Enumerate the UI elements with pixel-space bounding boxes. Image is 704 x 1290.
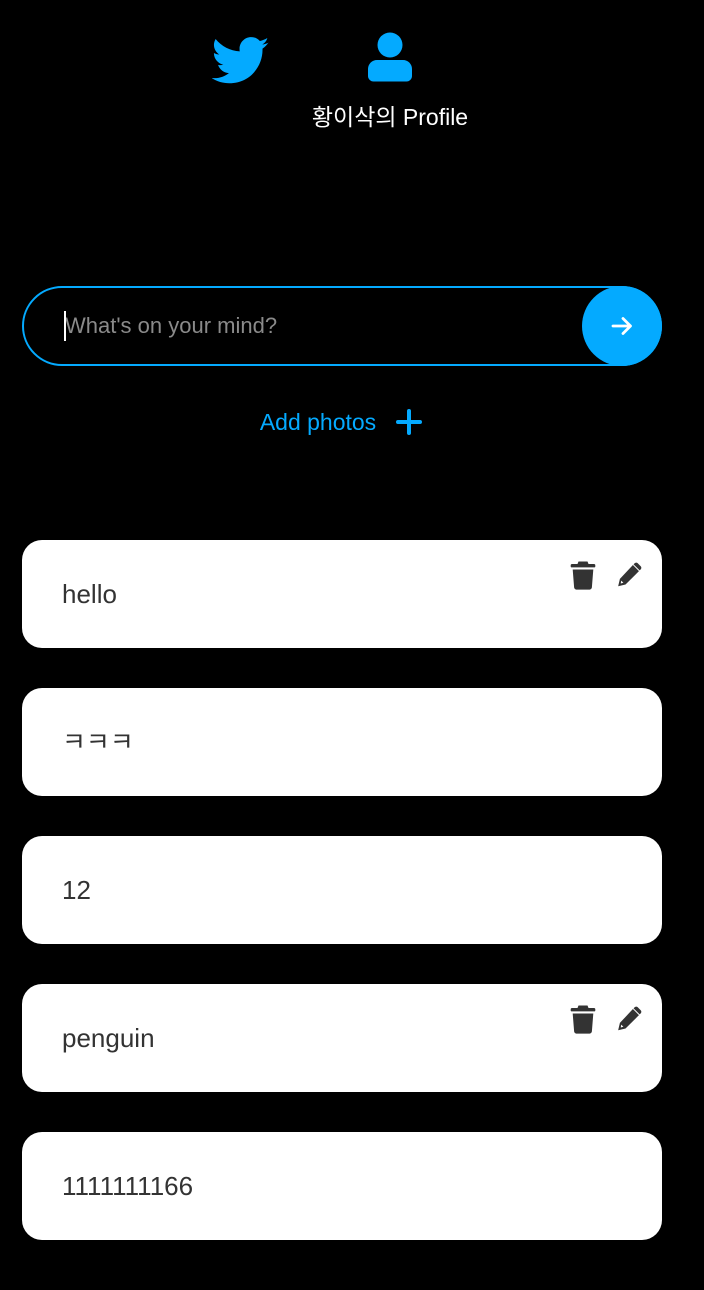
tweet-text: 12 xyxy=(62,875,91,905)
submit-button[interactable] xyxy=(582,286,662,366)
tweet-text: ㅋㅋㅋ xyxy=(62,727,134,757)
plus-icon xyxy=(396,409,423,435)
tweet-card: hello xyxy=(22,540,662,648)
tweet-actions xyxy=(570,1004,642,1034)
tweet-card: ㅋㅋㅋ xyxy=(22,688,662,796)
add-photos-label: Add photos xyxy=(259,408,377,435)
pencil-icon[interactable] xyxy=(616,1004,642,1034)
profile-link[interactable]: 황이삭의 Profile xyxy=(300,32,480,132)
text-caret xyxy=(64,311,66,341)
arrow-right-icon xyxy=(609,313,635,339)
navigation-bar: 황이삭의 Profile xyxy=(0,0,704,140)
tweet-card: 12 xyxy=(22,836,662,944)
trash-icon[interactable] xyxy=(570,560,596,590)
add-photos-button[interactable]: Add photos xyxy=(0,402,704,442)
trash-icon[interactable] xyxy=(570,1004,596,1034)
tweet-card: 1111111166 xyxy=(22,1132,662,1240)
profile-label: 황이삭의 Profile xyxy=(311,104,469,130)
tweet-input[interactable] xyxy=(22,286,662,366)
home-link[interactable] xyxy=(212,36,270,88)
twitter-bird-icon xyxy=(212,36,270,86)
tweet-text: 1111111166 xyxy=(62,1171,194,1201)
pencil-icon[interactable] xyxy=(616,560,642,590)
user-icon xyxy=(368,32,412,82)
tweet-text: penguin xyxy=(62,1023,155,1053)
tweet-composer xyxy=(22,286,662,366)
tweet-text: hello xyxy=(62,579,117,609)
tweet-card: penguin xyxy=(22,984,662,1092)
tweet-actions xyxy=(570,560,642,590)
